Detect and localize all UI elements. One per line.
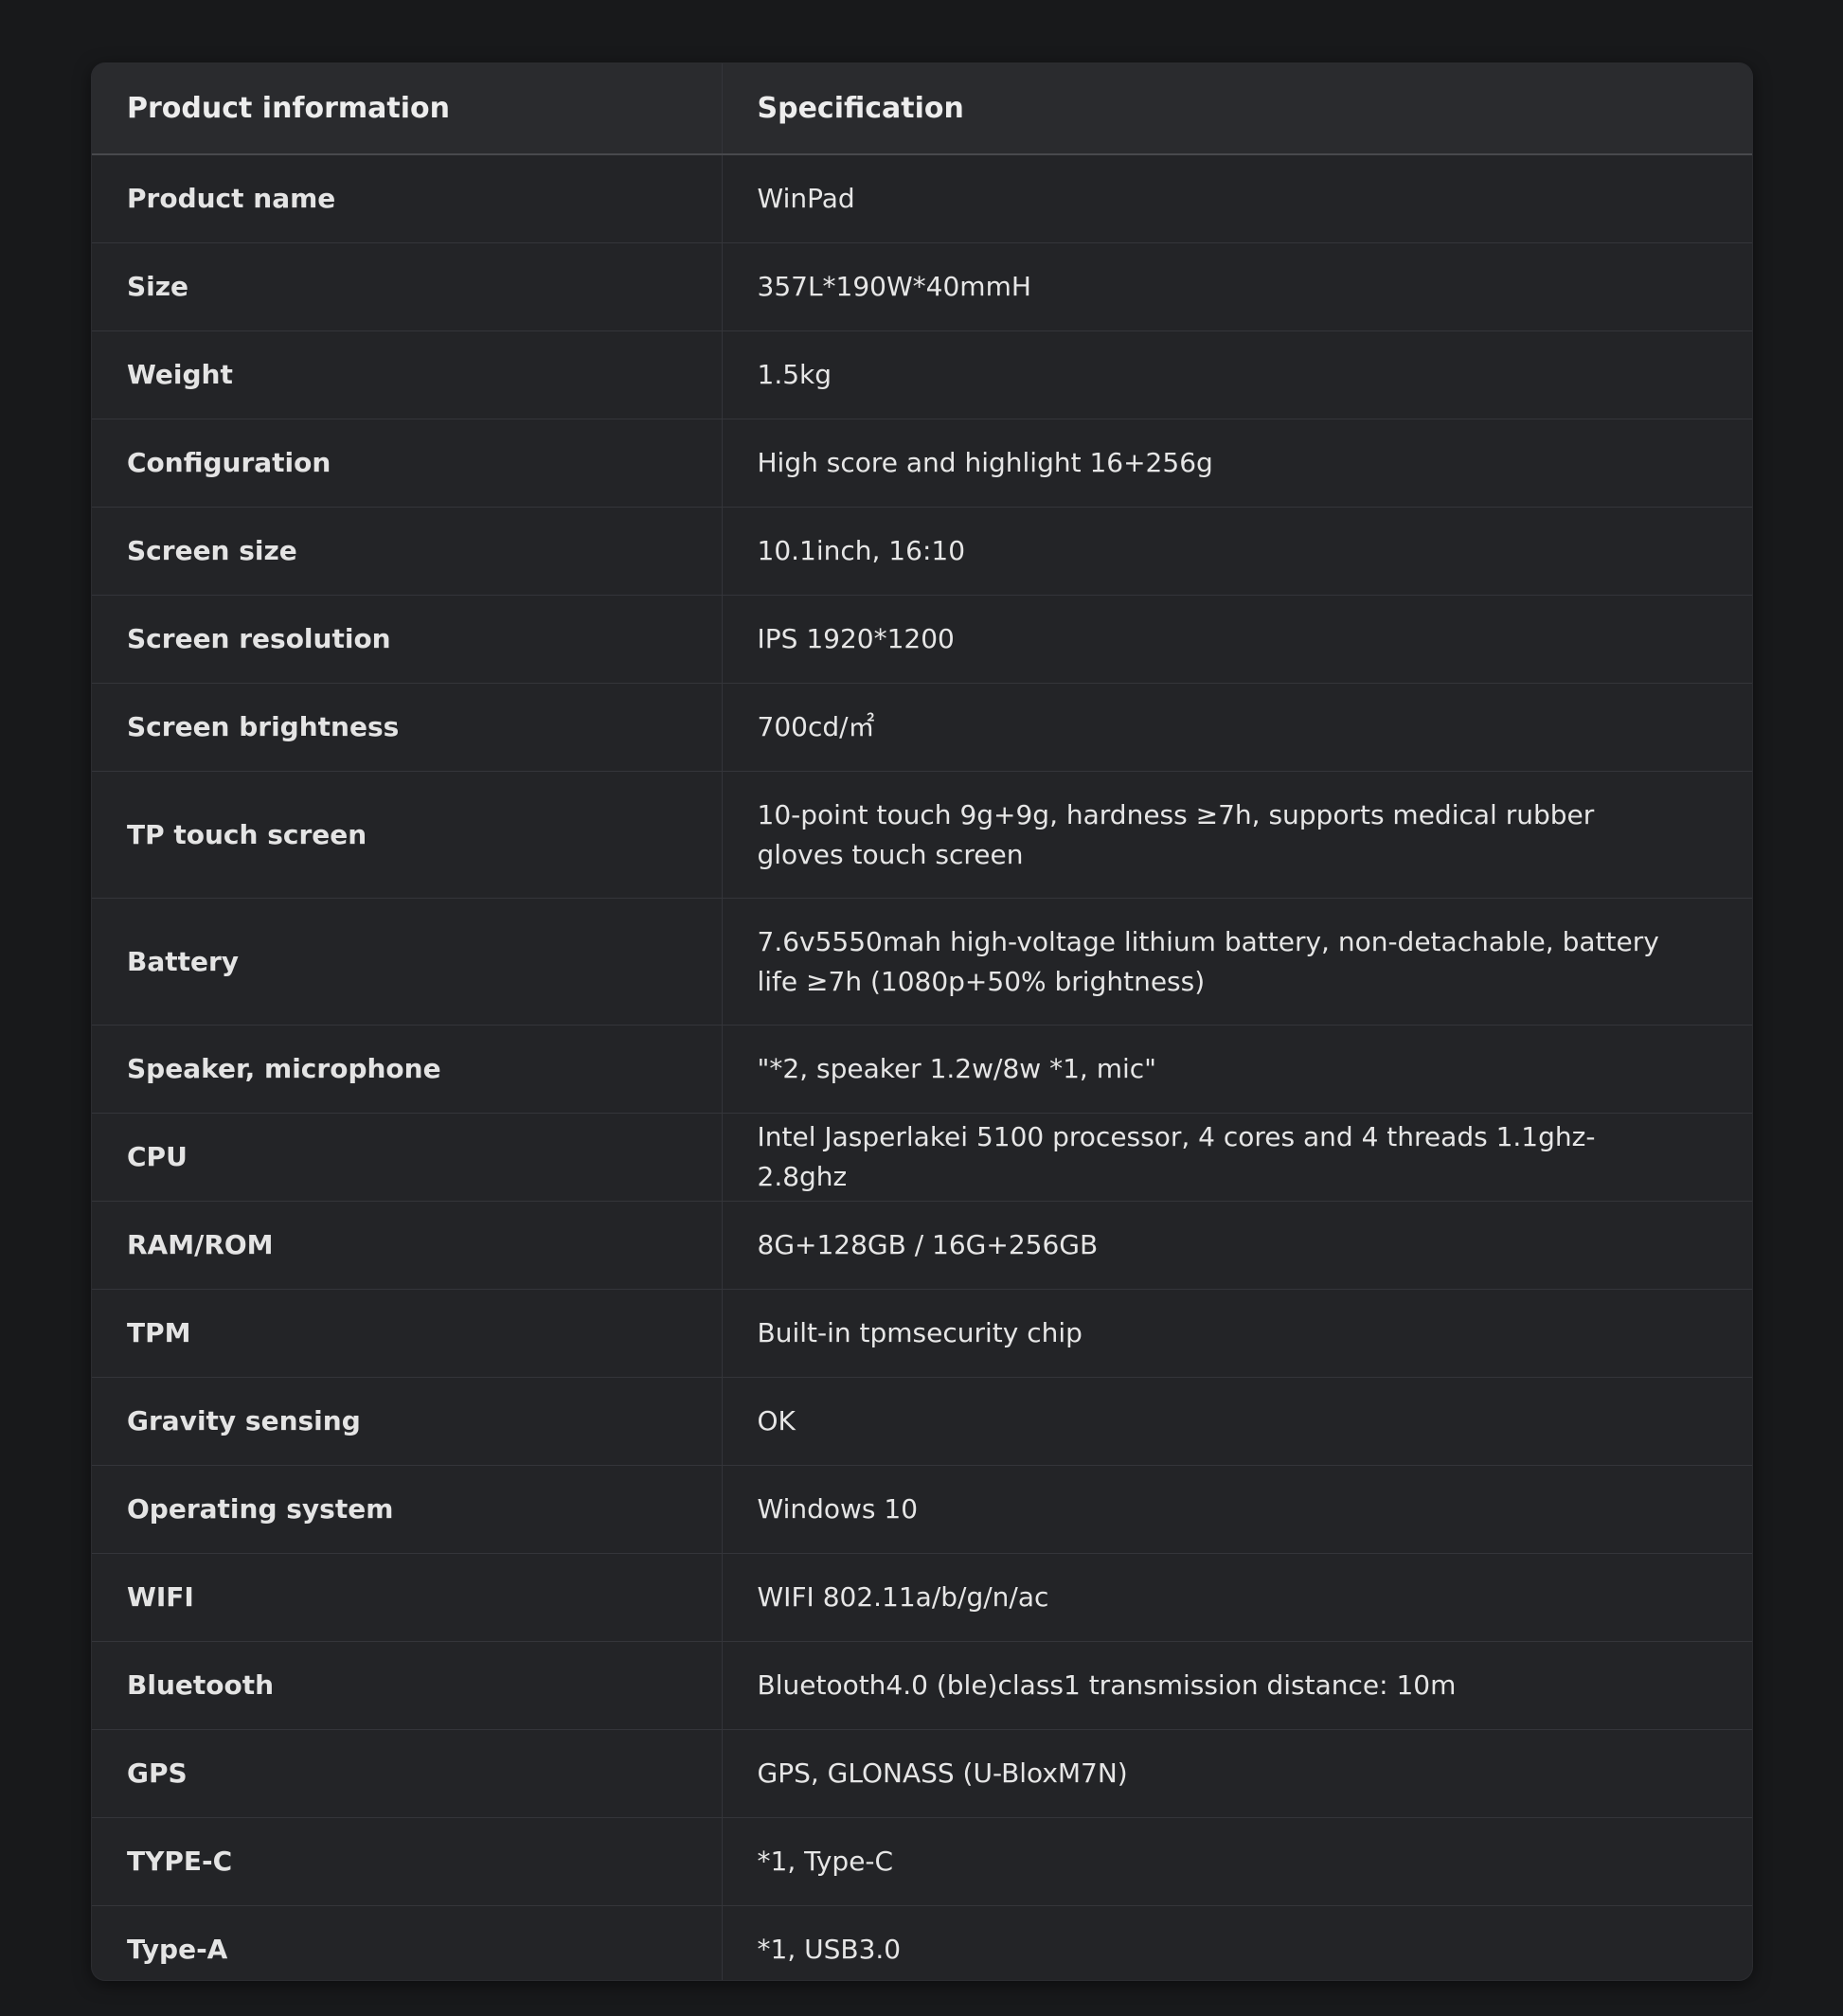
row-key: TPM (92, 1289, 722, 1378)
row-value: 10.1inch, 16:10 (721, 507, 1752, 596)
table-row: Gravity sensing OK (92, 1377, 1752, 1466)
table-row: Screen size 10.1inch, 16:10 (92, 507, 1752, 596)
row-value: IPS 1920*1200 (721, 595, 1752, 684)
table-row: TYPE-C *1, Type-C (92, 1817, 1752, 1906)
row-key: Operating system (92, 1465, 722, 1554)
table-row: Configuration High score and highlight 1… (92, 419, 1752, 508)
table-row: TPM Built-in tpmsecurity chip (92, 1289, 1752, 1378)
row-value: *1, Type-C (721, 1817, 1752, 1906)
row-key: TP touch screen (92, 771, 722, 899)
header-specification: Specification (721, 63, 1752, 155)
row-value: GPS, GLONASS (U-BloxM7N) (721, 1729, 1752, 1818)
row-key: CPU (92, 1113, 722, 1202)
table-row: Operating system Windows 10 (92, 1465, 1752, 1554)
table-row: Weight 1.5kg (92, 330, 1752, 419)
row-value: WIFI 802.11a/b/g/n/ac (721, 1553, 1752, 1642)
table-row: Size 357L*190W*40mmH (92, 242, 1752, 331)
row-value: Windows 10 (721, 1465, 1752, 1554)
spec-table: Product information Specification Produc… (92, 63, 1752, 1980)
table-row: CPU Intel Jasperlakei 5100 processor, 4 … (92, 1113, 1752, 1202)
row-key: Product name (127, 183, 336, 214)
row-key: Bluetooth (92, 1641, 722, 1730)
row-value: 10-point touch 9g+9g, hardness ≥7h, supp… (721, 771, 1752, 899)
row-value: Built-in tpmsecurity chip (721, 1289, 1752, 1378)
row-key: Screen brightness (92, 683, 722, 772)
row-key: Weight (92, 330, 722, 419)
row-value: 700cd/㎡ (721, 683, 1752, 772)
row-key: Size (92, 242, 722, 331)
spec-table-header: Product information Specification (92, 63, 1752, 155)
row-value: *1, USB3.0 (721, 1905, 1752, 1980)
table-row: GPS GPS, GLONASS (U-BloxM7N) (92, 1729, 1752, 1818)
header-product-information: Product information (92, 63, 722, 155)
row-key: GPS (92, 1729, 722, 1818)
row-value: 7.6v5550mah high-voltage lithium battery… (721, 898, 1752, 1026)
row-key: RAM/ROM (92, 1201, 722, 1290)
row-value: High score and highlight 16+256g (721, 419, 1752, 508)
row-key: WIFI (92, 1553, 722, 1642)
row-key: TYPE-C (92, 1817, 722, 1906)
table-row: Speaker, microphone "*2, speaker 1.2w/8w… (92, 1025, 1752, 1114)
row-value: OK (721, 1377, 1752, 1466)
row-key: Configuration (92, 419, 722, 508)
row-value: WinPad (721, 154, 1752, 243)
table-row: RAM/ROM 8G+128GB / 16G+256GB (92, 1201, 1752, 1290)
row-value: Intel Jasperlakei 5100 processor, 4 core… (721, 1113, 1752, 1202)
row-key: Screen resolution (92, 595, 722, 684)
spec-table-card: Product information Specification Produc… (92, 63, 1752, 1980)
table-row: Bluetooth Bluetooth4.0 (ble)class1 trans… (92, 1641, 1752, 1730)
row-value: Bluetooth4.0 (ble)class1 transmission di… (721, 1641, 1752, 1730)
table-row: Battery 7.6v5550mah high-voltage lithium… (92, 898, 1752, 1026)
row-key: Speaker, microphone (92, 1025, 722, 1114)
row-key: Type-A (92, 1905, 722, 1980)
page: Product information Specification Produc… (0, 0, 1843, 2016)
row-value: 8G+128GB / 16G+256GB (721, 1201, 1752, 1290)
row-value: 1.5kg (721, 330, 1752, 419)
row-value: "*2, speaker 1.2w/8w *1, mic" (721, 1025, 1752, 1114)
table-row: Screen resolution IPS 1920*1200 (92, 595, 1752, 684)
row-key: Screen size (92, 507, 722, 596)
table-row: TP touch screen 10-point touch 9g+9g, ha… (92, 771, 1752, 899)
header-row: Product information Specification (92, 63, 1752, 155)
row-key: Gravity sensing (92, 1377, 722, 1466)
table-row: Screen brightness 700cd/㎡ (92, 683, 1752, 772)
row-value: 357L*190W*40mmH (721, 242, 1752, 331)
row-key: Battery (92, 898, 722, 1026)
table-row: Product name WinPad (92, 154, 1752, 243)
table-row: WIFI WIFI 802.11a/b/g/n/ac (92, 1553, 1752, 1642)
spec-table-body: Product name WinPad Size 357L*190W*40mmH… (92, 154, 1752, 1980)
table-row: Type-A *1, USB3.0 (92, 1905, 1752, 1980)
